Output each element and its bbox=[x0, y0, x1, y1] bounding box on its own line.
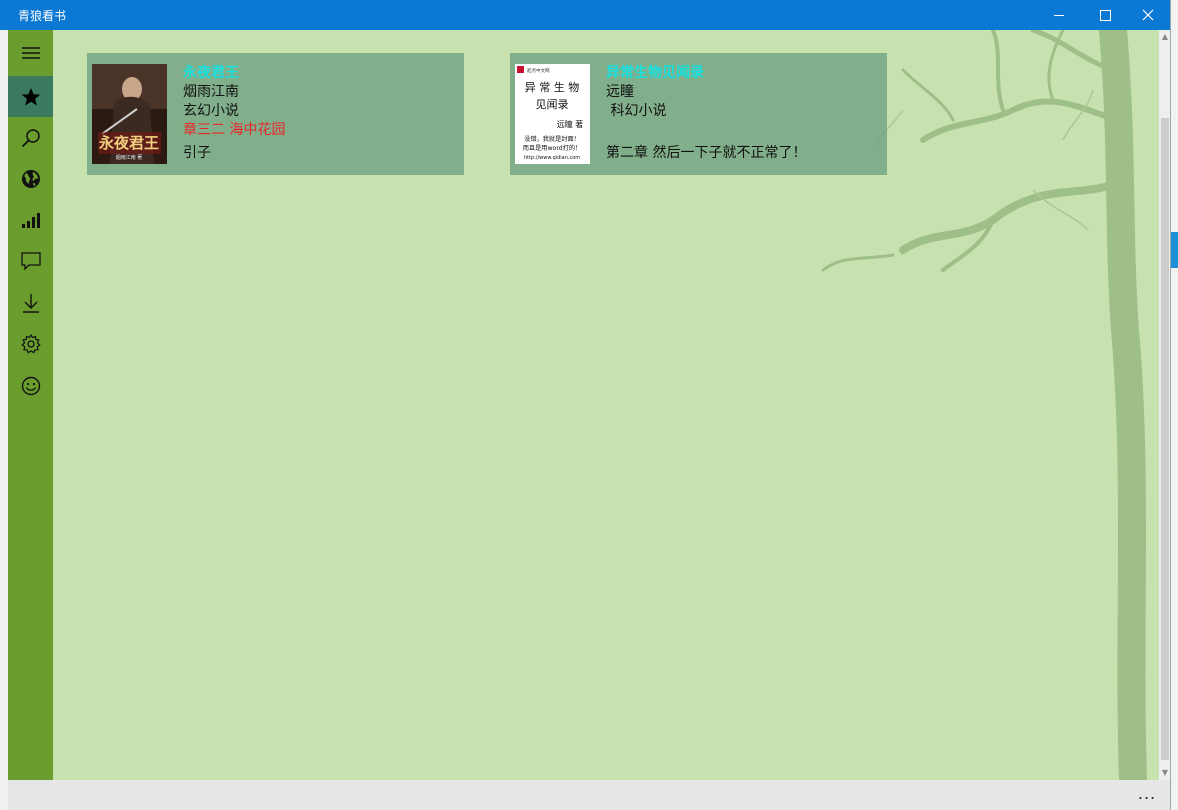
cover-note-2: 而且是用word打的！ bbox=[523, 144, 582, 152]
book-last-read[interactable]: 引子 bbox=[183, 144, 453, 163]
scroll-down-arrow-icon[interactable]: ▼ bbox=[1159, 766, 1170, 780]
close-button[interactable] bbox=[1125, 0, 1170, 30]
sidebar-item-globe[interactable] bbox=[8, 158, 53, 199]
sidebar-item-messages[interactable] bbox=[8, 240, 53, 281]
sidebar-item-settings[interactable] bbox=[8, 323, 53, 364]
globe-icon bbox=[21, 169, 40, 188]
minimize-icon bbox=[1054, 14, 1064, 16]
book-latest-chapter[interactable] bbox=[606, 121, 876, 140]
book-card[interactable]: 永夜君王 烟雨江南 著 永夜君王 烟雨江南 玄幻小说 章三二 海中花园 引子 bbox=[87, 53, 464, 175]
app-window: 青狼看书 永夜君王 烟雨江南 著 永夜君王 烟雨江南 玄幻小说 章三二 海中花园… bbox=[0, 0, 1171, 810]
book-card[interactable]: 起点中文网 异 常 生 物 见闻录 远瞳 著 没错，我就是封面！ 而且是用wor… bbox=[510, 53, 887, 175]
cover-line-1: 异 常 生 物 bbox=[525, 80, 580, 94]
book-category: 玄幻小说 bbox=[183, 103, 239, 119]
book-author: 烟雨江南 bbox=[183, 84, 239, 100]
title-bar: 青狼看书 bbox=[0, 0, 1170, 30]
sidebar-item-ranking[interactable] bbox=[8, 199, 53, 240]
book-title[interactable]: 异常生物见闻录 bbox=[606, 64, 876, 83]
cover-url: http://www.qidian.com bbox=[524, 155, 580, 161]
hamburger-menu-icon bbox=[21, 46, 40, 59]
maximize-icon bbox=[1099, 9, 1111, 21]
desktop-background bbox=[1171, 0, 1178, 810]
cover-note-1: 没错，我就是封面！ bbox=[524, 135, 580, 143]
book-last-read[interactable]: 第二章 然后一下子就不正常了！ bbox=[606, 144, 876, 163]
book-latest-chapter[interactable]: 章三二 海中花园 bbox=[183, 121, 453, 140]
sidebar-item-download[interactable] bbox=[8, 282, 53, 323]
window-title: 青狼看书 bbox=[18, 9, 67, 23]
content-area: 永夜君王 烟雨江南 著 永夜君王 烟雨江南 玄幻小说 章三二 海中花园 引子 起… bbox=[0, 30, 1159, 780]
cover-title: 永夜君王 bbox=[98, 134, 159, 152]
cover-site: 起点中文网 bbox=[527, 67, 550, 74]
smiley-icon bbox=[21, 376, 40, 395]
sidebar-item-about[interactable] bbox=[8, 365, 53, 406]
bookshelf-area: 永夜君王 烟雨江南 著 永夜君王 烟雨江南 玄幻小说 章三二 海中花园 引子 起… bbox=[53, 30, 1159, 780]
minimize-button[interactable] bbox=[1036, 0, 1082, 30]
vertical-scrollbar[interactable]: ▲ ▼ bbox=[1159, 30, 1170, 780]
sidebar-item-menu[interactable] bbox=[8, 32, 53, 73]
sidebar bbox=[0, 30, 53, 780]
gear-icon bbox=[20, 333, 41, 353]
cover-author: 远瞳 著 bbox=[557, 119, 584, 129]
cover-line-2: 见闻录 bbox=[536, 97, 569, 111]
cover-author: 烟雨江南 著 bbox=[116, 154, 143, 161]
book-author: 远瞳 bbox=[606, 84, 634, 100]
close-icon bbox=[1142, 9, 1154, 21]
scroll-up-arrow-icon[interactable]: ▲ bbox=[1159, 30, 1170, 44]
book-title[interactable]: 永夜君王 bbox=[183, 64, 453, 83]
sidebar-item-favorites[interactable] bbox=[8, 76, 53, 117]
chat-bubble-icon bbox=[20, 251, 41, 271]
search-icon bbox=[21, 128, 40, 147]
download-icon bbox=[22, 293, 39, 313]
sidebar-item-search[interactable] bbox=[8, 117, 53, 158]
book-cover-image: 永夜君王 烟雨江南 著 bbox=[92, 64, 167, 164]
book-cover-image: 起点中文网 异 常 生 物 见闻录 远瞳 著 没错，我就是封面！ 而且是用wor… bbox=[515, 64, 590, 164]
signal-bars-icon bbox=[21, 212, 40, 228]
more-options-button[interactable]: ... bbox=[1134, 784, 1160, 804]
book-category: 科幻小说 bbox=[606, 103, 667, 119]
scrollbar-thumb[interactable] bbox=[1161, 118, 1169, 760]
bottom-app-bar: ... bbox=[0, 780, 1170, 810]
maximize-button[interactable] bbox=[1082, 0, 1128, 30]
star-icon bbox=[21, 87, 40, 105]
